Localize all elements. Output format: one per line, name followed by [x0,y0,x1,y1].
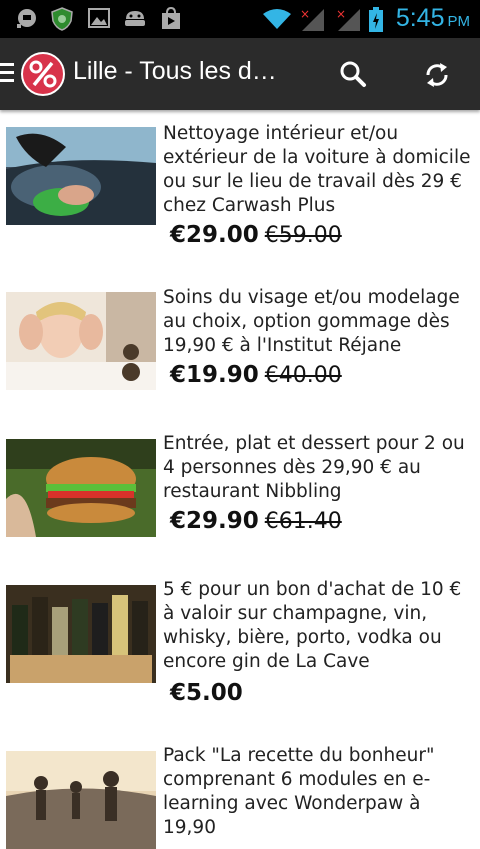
svg-text:×: × [300,7,310,21]
wifi-icon [263,9,291,29]
svg-text:×: × [336,7,346,21]
deal-title: Pack "La recette du bonheur" comprenant … [163,745,435,838]
search-button[interactable] [336,58,370,92]
deal-old-price: €59.00 [264,223,342,248]
app-title: Lille - Tous les d… [73,57,277,85]
deal-price: €29.90 [170,508,259,534]
menu-icon[interactable] [0,63,14,87]
app-bar: Lille - Tous les d… [0,38,480,110]
deal-item-pack[interactable]: Pack "La recette du bonheur" comprenant … [0,744,480,849]
shield-icon [51,7,73,31]
clock-time: 5:45 [395,4,445,32]
notification-icon [17,9,36,28]
status-clock: 5:45 PM [396,4,470,33]
signal-icon: × [336,7,360,31]
deal-old-price: €61.40 [264,509,342,534]
android-icon [125,11,145,26]
refresh-icon [426,63,448,87]
deal-title: Entrée, plat et dessert pour 2 ou 4 pers… [163,433,465,502]
deal-image-car-wash [6,127,156,225]
price-row: €19.90 €40.00 [170,362,342,388]
status-bar: × × 5:45 PM [0,0,480,38]
deal-item-nibbling[interactable]: Entrée, plat et dessert pour 2 ou 4 pers… [0,432,480,542]
deal-image-burger [6,439,156,537]
deal-item-institut[interactable]: Soins du visage et/ou modelage au choix,… [0,286,480,396]
deal-title: Nettoyage intérieur et/ou extérieur de l… [163,123,471,216]
image-icon [88,8,110,28]
deal-image-facial-care [6,292,156,390]
deal-title: Soins du visage et/ou modelage au choix,… [163,287,460,356]
deal-item-carwash[interactable]: Nettoyage intérieur et/ou extérieur de l… [0,122,480,262]
deal-price: €19.90 [170,362,259,388]
battery-charging-icon [369,7,383,32]
search-icon [340,61,366,87]
play-store-icon [162,7,180,29]
deal-image-wine-bottles [6,585,156,683]
deal-image-family-silhouette [6,751,156,849]
refresh-button[interactable] [420,58,454,92]
signal-icon: × [300,7,324,31]
price-row: €29.00 €59.00 [170,222,342,248]
deal-old-price: €40.00 [264,363,342,388]
percent-logo-icon[interactable] [21,52,65,96]
deal-price: €29.00 [170,222,259,248]
deal-item-la-cave[interactable]: 5 € pour un bon d'achat de 10 € à valoir… [0,578,480,718]
clock-ampm: PM [447,13,471,30]
deal-title: 5 € pour un bon d'achat de 10 € à valoir… [163,579,462,672]
price-row: €29.90 €61.40 [170,508,342,534]
price-row: €5.00 [170,680,243,706]
deal-price: €5.00 [170,680,243,706]
